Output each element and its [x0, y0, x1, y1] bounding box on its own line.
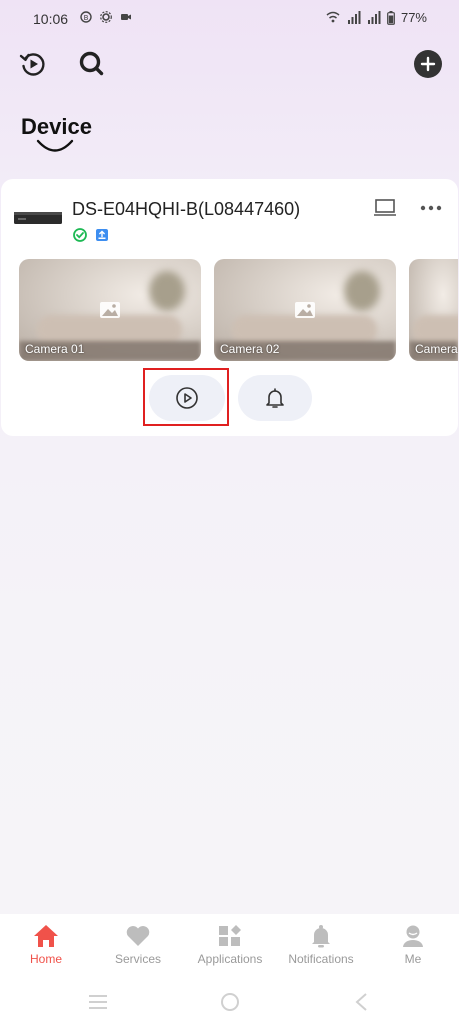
- playback-history-button[interactable]: [18, 49, 48, 79]
- camera-label: Camera 02: [220, 342, 280, 356]
- svg-text:B: B: [84, 14, 89, 22]
- tab-applications[interactable]: Applications: [184, 914, 276, 974]
- home-icon: [34, 925, 58, 947]
- battery-icon: [387, 10, 395, 25]
- tab-label: Home: [29, 952, 62, 966]
- heart-icon: [126, 926, 150, 946]
- page-title: Device: [21, 114, 92, 139]
- storage-upload-icon: [96, 229, 108, 241]
- home-nav-button[interactable]: [219, 992, 241, 1012]
- tab-label: Me: [404, 952, 422, 966]
- tab-label: Notifications: [288, 952, 354, 966]
- wifi-call-icon: [326, 11, 340, 22]
- search-button[interactable]: [77, 49, 107, 79]
- title-underline-smile-icon: [36, 139, 74, 152]
- system-navigation-bar: [0, 982, 459, 1024]
- video-camera-icon: [121, 14, 131, 20]
- alarm-notification-button[interactable]: [238, 375, 312, 421]
- camera-label: Camera: [415, 342, 458, 356]
- multi-screen-view-button[interactable]: [373, 198, 397, 218]
- image-placeholder-icon: [295, 302, 315, 318]
- camera-thumbnail-01[interactable]: Camera 01: [19, 259, 201, 361]
- tab-label: Services: [114, 952, 161, 966]
- tab-services[interactable]: Services: [92, 914, 184, 974]
- camera-label: Camera 01: [25, 342, 85, 356]
- status-system-icons: 77%: [325, 10, 427, 25]
- device-card: DS-E04HQHI-B(L08447460) Camera 01 Camera…: [1, 179, 458, 436]
- nvr-device-icon: [14, 212, 62, 224]
- signal-icon-2: [367, 10, 381, 24]
- status-time: 10:06: [33, 11, 69, 27]
- add-device-button[interactable]: [414, 50, 442, 78]
- settings-gear-icon: [100, 11, 112, 23]
- apps-icon: [219, 925, 241, 946]
- image-placeholder-icon: [100, 302, 120, 318]
- online-check-icon: [73, 228, 87, 242]
- b-badge-icon: B: [80, 11, 92, 23]
- search-icon: [79, 51, 104, 76]
- tab-notifications[interactable]: Notifications: [275, 914, 367, 974]
- recent-apps-button[interactable]: [87, 992, 109, 1012]
- highlight-box: [143, 368, 229, 426]
- status-bar: 10:06 B 77%: [0, 0, 459, 38]
- battery-percent: 77%: [400, 10, 427, 25]
- bell-icon: [312, 925, 330, 948]
- device-name[interactable]: DS-E04HQHI-B(L08447460): [72, 199, 300, 220]
- camera-thumbnail-02[interactable]: Camera 02: [214, 259, 396, 361]
- device-badges: [73, 228, 109, 242]
- playback-history-icon: [19, 53, 45, 76]
- tab-home[interactable]: Home: [0, 914, 92, 974]
- tab-me[interactable]: Me: [367, 914, 459, 974]
- camera-thumbnail-03[interactable]: Camera: [409, 259, 458, 361]
- camera-thumbnails: Camera 01 Camera 02 Camera: [19, 259, 458, 361]
- status-notification-icons: B: [80, 11, 132, 23]
- add-icon: [420, 56, 436, 72]
- user-icon: [403, 925, 423, 947]
- more-options-button[interactable]: [419, 203, 443, 213]
- back-nav-button[interactable]: [351, 992, 373, 1012]
- tab-label: Applications: [197, 952, 263, 966]
- bottom-tab-bar: Home Services Applications Notifications…: [0, 914, 459, 992]
- bell-icon: [266, 388, 284, 408]
- signal-icon: [347, 10, 361, 24]
